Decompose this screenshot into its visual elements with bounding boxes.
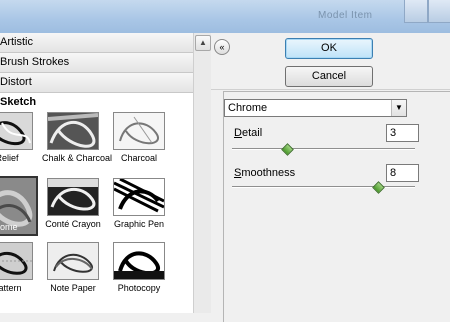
collapse-gallery-icon[interactable]: « [214, 39, 230, 55]
filter-select[interactable]: Chrome ▼ [224, 99, 407, 117]
smoothness-input[interactable]: 8 [386, 164, 419, 182]
filter-settings-box: Chrome ▼ Detail 3 Smoothness 8 [223, 91, 450, 322]
detail-label: Detail [234, 127, 263, 139]
detail-input[interactable]: 3 [386, 124, 419, 142]
window-title: Model Item [318, 10, 373, 21]
category-label: Sketch [0, 96, 37, 108]
thumb-label: Chalk & Charcoal [42, 153, 113, 163]
filter-gallery-panel: Artistic Brush Strokes Distort Sketch Re… [0, 33, 194, 313]
gallery-scrollbar[interactable]: ▲ [193, 33, 211, 313]
category-label: Brush Strokes [0, 56, 70, 68]
minimize-button[interactable] [404, 0, 428, 23]
thumb-halftone-pattern[interactable]: Pattern [0, 242, 38, 293]
thumb-photocopy[interactable]: Photocopy [108, 242, 170, 293]
thumbnail-image [113, 242, 165, 280]
thumbnail-image [0, 112, 33, 150]
cancel-button[interactable]: Cancel [285, 66, 373, 87]
thumbnail-image [113, 178, 165, 216]
thumb-note-paper[interactable]: Note Paper [42, 242, 104, 293]
thumb-chalk-charcoal[interactable]: Chalk & Charcoal [42, 112, 113, 163]
chevron-down-icon: ▼ [391, 100, 406, 116]
thumb-label: Photocopy [117, 283, 161, 293]
smoothness-slider[interactable] [232, 186, 415, 188]
thumbnail-image [47, 178, 99, 216]
thumb-label: Graphic Pen [113, 219, 165, 229]
category-sketch[interactable]: Sketch [0, 93, 193, 112]
category-artistic[interactable]: Artistic [0, 33, 193, 53]
detail-slider[interactable] [232, 148, 415, 150]
category-label: Artistic [0, 36, 33, 48]
category-label: Distort [0, 76, 32, 88]
divider [211, 89, 450, 90]
thumbnail-image [47, 242, 99, 280]
ok-button[interactable]: OK [285, 38, 373, 59]
thumbnail-image [113, 112, 165, 150]
category-distort[interactable]: Distort [0, 73, 193, 93]
thumb-chrome[interactable]: ome [0, 176, 38, 236]
scroll-up-icon[interactable]: ▲ [195, 35, 211, 51]
thumbnail-image [47, 112, 99, 150]
thumbnail-image [0, 242, 33, 280]
thumbnail-grid: Relief Chalk & Charcoal Charcoal ome Con… [0, 112, 193, 312]
category-brush-strokes[interactable]: Brush Strokes [0, 53, 193, 73]
thumb-label: Pattern [0, 283, 22, 293]
maximize-button[interactable] [428, 0, 450, 23]
thumb-label: Conté Crayon [45, 219, 101, 229]
thumb-charcoal[interactable]: Charcoal [108, 112, 170, 163]
smoothness-slider-thumb[interactable] [372, 181, 386, 194]
thumb-label: Note Paper [50, 283, 96, 293]
window-title-bar: Model Item [0, 0, 450, 33]
thumb-relief[interactable]: Relief [0, 112, 38, 163]
thumb-conte-crayon[interactable]: Conté Crayon [42, 178, 104, 229]
filter-select-value: Chrome [228, 102, 268, 114]
settings-panel: « OK Cancel Chrome ▼ Detail 3 Smoothness… [211, 33, 450, 322]
thumb-label: Charcoal [120, 153, 158, 163]
detail-slider-thumb[interactable] [281, 143, 294, 156]
thumb-graphic-pen[interactable]: Graphic Pen [108, 178, 170, 229]
thumb-label: Relief [0, 153, 19, 163]
smoothness-label: Smoothness [234, 167, 296, 179]
